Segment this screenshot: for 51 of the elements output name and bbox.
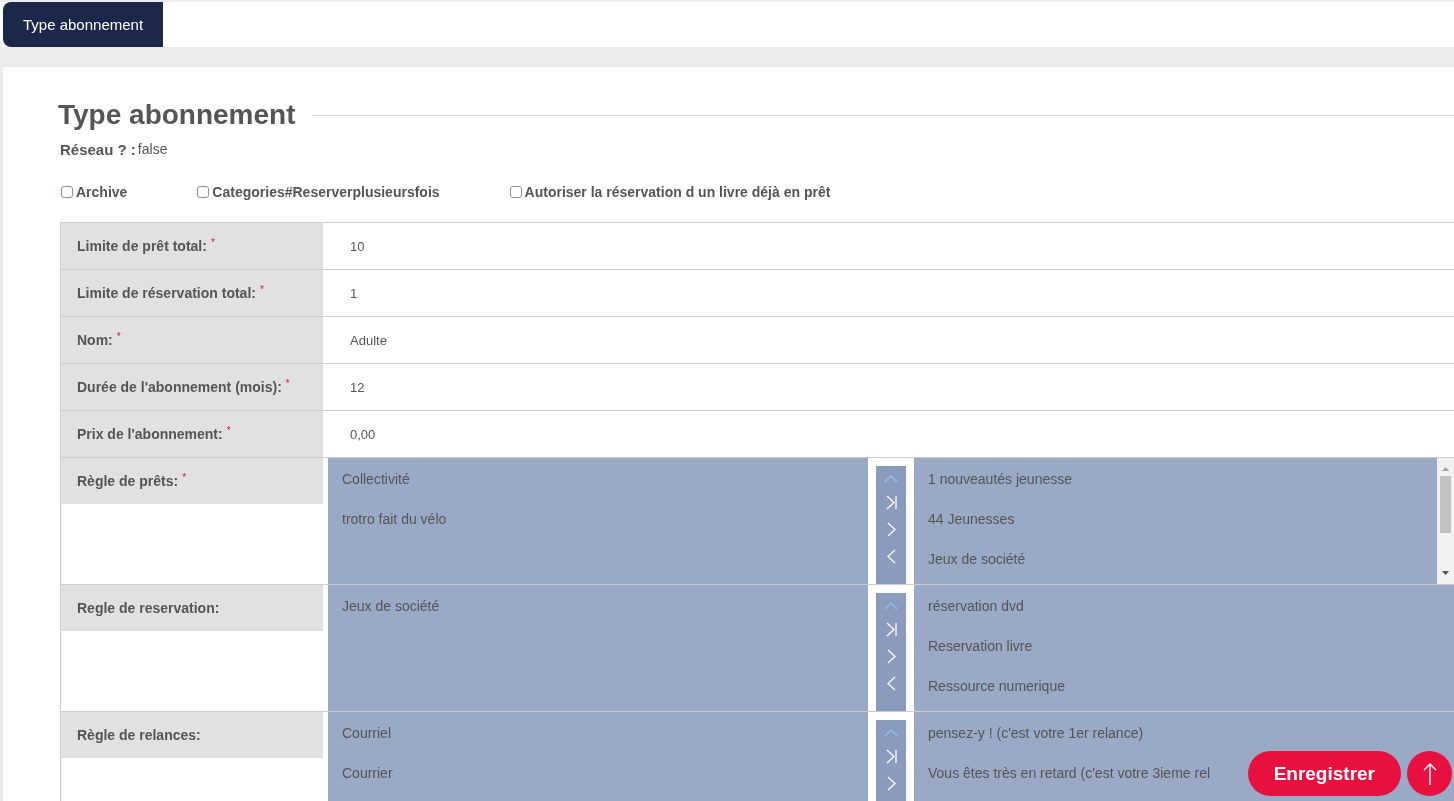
required-mark: * bbox=[285, 377, 290, 389]
field-value: false bbox=[137, 141, 168, 157]
list-option[interactable]: Jeux de société bbox=[928, 550, 1026, 569]
field-label: Règle de prêts: bbox=[77, 473, 179, 489]
checkbox-label: Categories#Reserverplusieursfois bbox=[212, 184, 440, 200]
field-label: Réseau ? : bbox=[60, 141, 136, 158]
field-label: Limite de prêt total: bbox=[77, 238, 207, 254]
move-all-icon[interactable] bbox=[884, 621, 898, 638]
list-option[interactable]: Ressource numerique bbox=[928, 677, 1065, 696]
field-label: Nom: bbox=[77, 332, 113, 348]
checkbox-label: Archive bbox=[76, 184, 128, 200]
tab[interactable]: Type abonnement bbox=[3, 2, 164, 47]
right-chevron-icon[interactable] bbox=[885, 775, 897, 792]
checkbox[interactable] bbox=[509, 186, 522, 198]
checkbox[interactable] bbox=[197, 186, 210, 198]
list-option[interactable]: pensez-y ! (c'est votre 1er relance) bbox=[928, 724, 1144, 743]
list-option[interactable]: 44 Jeunesses bbox=[928, 510, 1015, 529]
list-option[interactable]: réservation dvd bbox=[928, 597, 1024, 616]
field-label: Durée de l'abonnement (mois): bbox=[77, 379, 282, 395]
required-mark: * bbox=[116, 330, 121, 342]
available-list[interactable]: Jeux de société bbox=[328, 585, 868, 711]
field-label: Prix de l'abonnement: bbox=[77, 426, 223, 442]
field-label: Règle de relances: bbox=[77, 727, 201, 743]
left-chevron-icon[interactable] bbox=[885, 675, 897, 692]
available-list[interactable]: Collectivité trotro fait du vélo bbox=[328, 458, 868, 584]
required-mark: * bbox=[259, 283, 264, 295]
list-option[interactable]: Jeux de société bbox=[342, 597, 440, 616]
checkbox[interactable] bbox=[61, 186, 73, 198]
field-label: Regle de reservation: bbox=[77, 600, 220, 616]
list-option[interactable]: trotro fait du vélo bbox=[342, 510, 447, 529]
list-option[interactable]: Reservation livre bbox=[928, 637, 1033, 656]
move-all-icon[interactable] bbox=[884, 494, 898, 511]
list-option[interactable]: Courriel bbox=[342, 724, 391, 743]
save-button[interactable]: Enregistrer bbox=[1247, 751, 1401, 796]
left-chevron-icon[interactable] bbox=[885, 548, 897, 565]
up-arrow-icon bbox=[1422, 761, 1437, 786]
list-option[interactable]: 1 nouveautés jeunesse bbox=[928, 470, 1072, 489]
list-option[interactable]: Vous êtes très en retard (c'est votre 3ieme rel bbox=[928, 764, 1211, 783]
required-mark: * bbox=[182, 471, 187, 483]
required-mark: * bbox=[210, 236, 215, 248]
right-chevron-icon[interactable] bbox=[885, 521, 897, 538]
scrollbar[interactable] bbox=[1437, 458, 1454, 584]
required-mark: * bbox=[226, 424, 231, 436]
page-heading: Type abonnement bbox=[58, 99, 296, 131]
checkbox-label: Autoriser la réservation d un livre déjà en prêt bbox=[524, 184, 831, 200]
list-option[interactable]: Courrier bbox=[342, 764, 393, 783]
list-option[interactable]: Collectivité bbox=[342, 470, 410, 489]
available-list[interactable]: Courriel Courrier bbox=[328, 712, 868, 801]
right-chevron-icon[interactable] bbox=[885, 648, 897, 665]
field-label: Limite de réservation total: bbox=[77, 285, 256, 301]
move-all-icon[interactable] bbox=[884, 748, 898, 765]
